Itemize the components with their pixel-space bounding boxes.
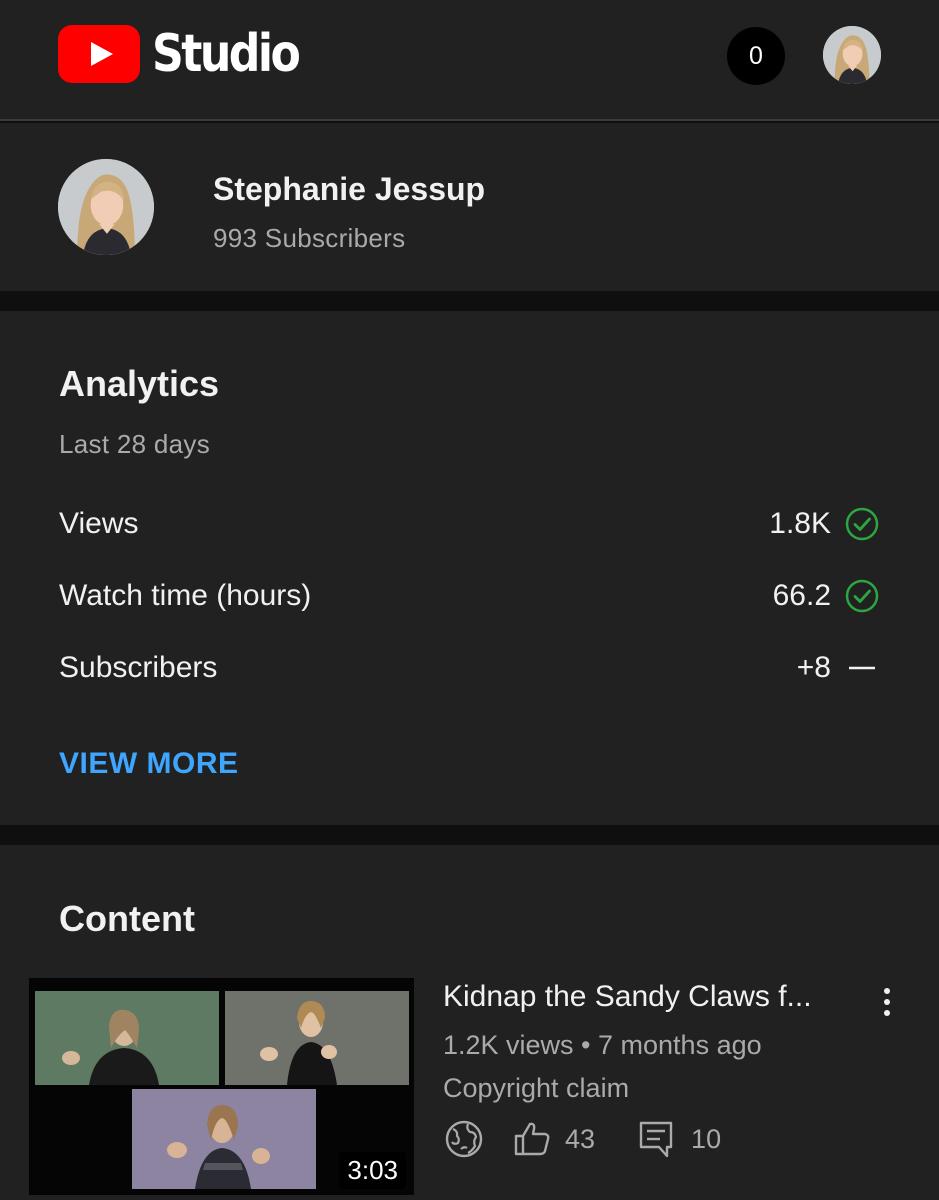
metric-label: Subscribers <box>59 651 218 684</box>
more-options-icon[interactable] <box>875 983 899 1021</box>
content-title: Content <box>59 898 195 939</box>
video-stats: 43 10 <box>443 1118 721 1160</box>
video-title[interactable]: Kidnap the Sandy Claws f... <box>443 980 868 1014</box>
analytics-title: Analytics <box>59 363 220 404</box>
channel-avatar <box>58 159 154 255</box>
avatar-image-icon <box>58 159 154 255</box>
content-card: Content 3:03 Kidnap the Sandy Claws f...… <box>0 845 939 1200</box>
metric-row-subscribers: Subscribers +8 <box>59 648 879 688</box>
metric-value: 66.2 <box>772 579 831 612</box>
check-circle-icon <box>845 507 879 541</box>
app-header: Studio 0 <box>0 0 939 121</box>
comments-count: 10 <box>691 1123 722 1154</box>
thumbs-up-icon <box>511 1118 553 1160</box>
logo-text: Studio <box>152 24 301 84</box>
analytics-period: Last 28 days <box>59 429 211 459</box>
avatar-image-icon <box>823 26 881 84</box>
view-more-button[interactable]: VIEW MORE <box>59 747 239 781</box>
youtube-studio-logo[interactable]: Studio <box>58 25 324 83</box>
analytics-card: Analytics Last 28 days Views 1.8K Watch … <box>0 311 939 825</box>
video-meta: 1.2K views • 7 months ago <box>443 1030 762 1060</box>
channel-name: Stephanie Jessup <box>213 171 486 207</box>
account-avatar[interactable] <box>823 26 881 84</box>
metric-row-views: Views 1.8K <box>59 504 879 544</box>
metric-row-watch-time: Watch time (hours) 66.2 <box>59 576 879 616</box>
comment-icon <box>635 1118 677 1160</box>
copyright-claim-label[interactable]: Copyright claim <box>443 1073 629 1104</box>
check-circle-icon <box>845 579 879 613</box>
youtube-play-icon <box>58 25 140 83</box>
metric-label: Watch time (hours) <box>59 579 312 612</box>
metric-label: Views <box>59 507 139 540</box>
metric-value: 1.8K <box>769 507 831 540</box>
globe-icon <box>443 1118 485 1160</box>
notifications-count: 0 <box>749 41 763 70</box>
dash-icon <box>845 651 879 685</box>
channel-card[interactable]: Stephanie Jessup 993 Subscribers <box>0 123 939 291</box>
video-duration: 3:03 <box>339 1152 406 1189</box>
subscriber-count: 993 Subscribers <box>213 223 406 253</box>
video-thumbnail[interactable]: 3:03 <box>29 978 414 1195</box>
likes-count: 43 <box>565 1123 596 1154</box>
metric-value: +8 <box>796 651 831 684</box>
notifications-button[interactable]: 0 <box>727 27 785 85</box>
